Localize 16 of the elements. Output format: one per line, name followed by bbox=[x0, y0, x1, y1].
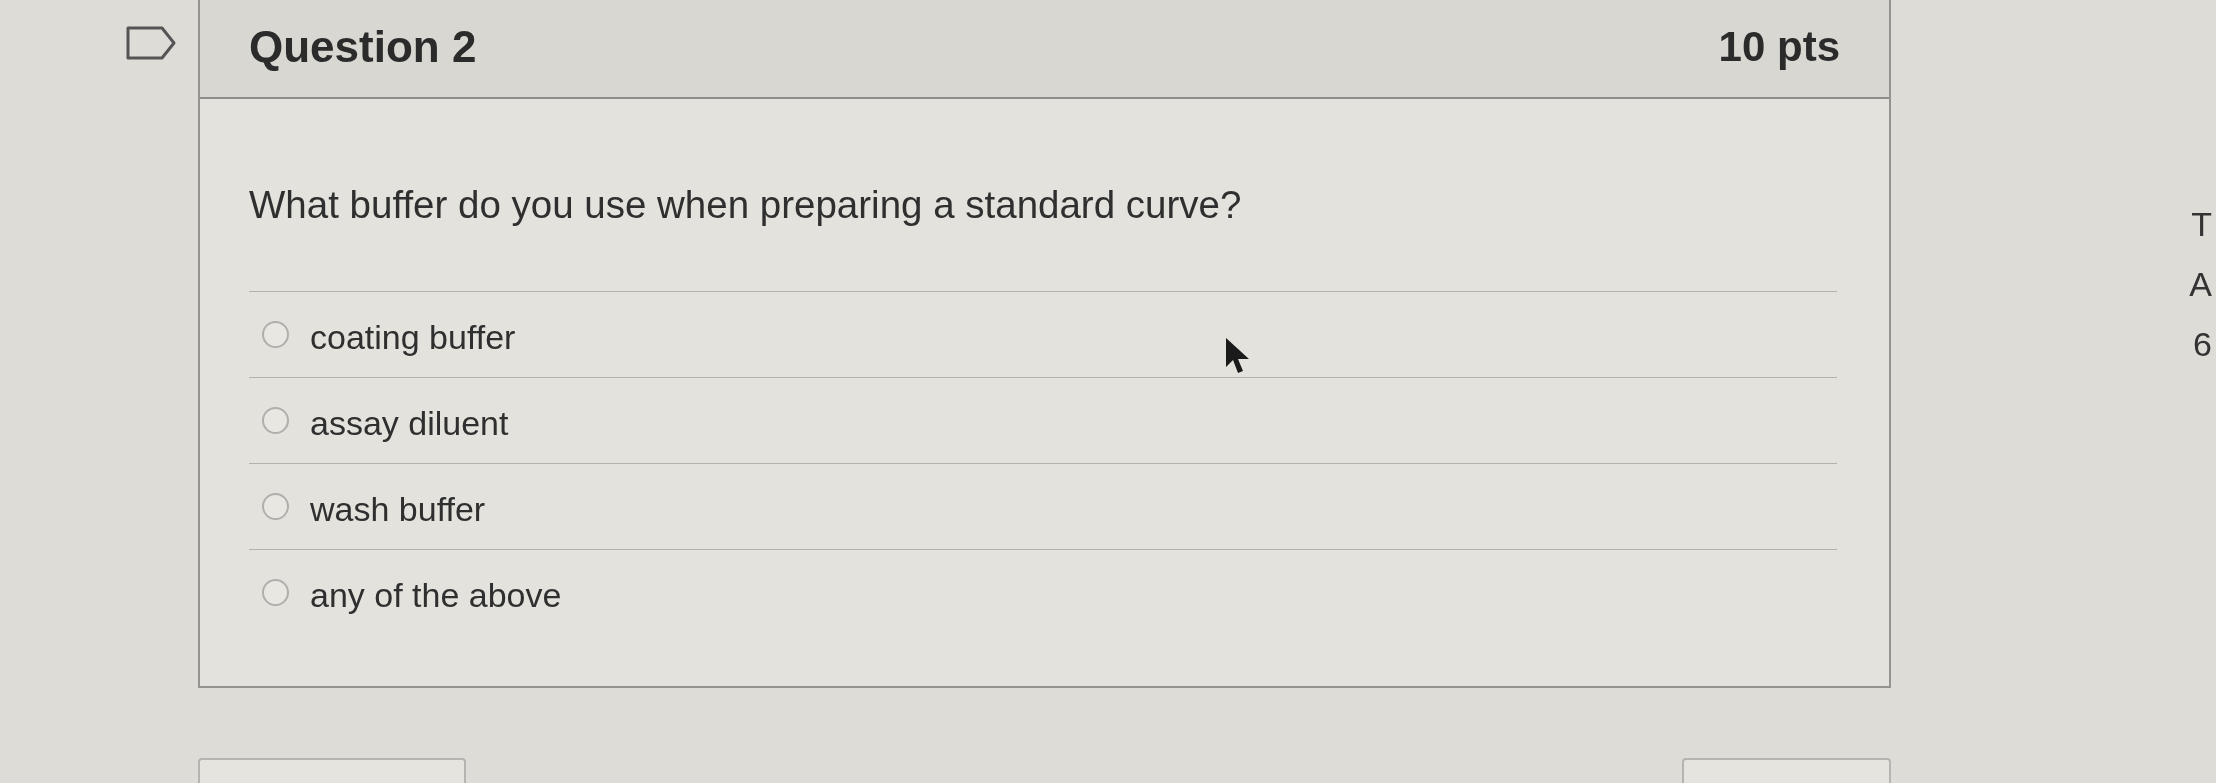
answer-label[interactable]: any of the above bbox=[310, 569, 562, 616]
question-points: 10 pts bbox=[1718, 21, 1840, 72]
answer-label[interactable]: assay diluent bbox=[310, 397, 509, 444]
radio-button[interactable] bbox=[262, 579, 289, 606]
side-text: 6 bbox=[2193, 324, 2212, 364]
answer-label[interactable]: coating buffer bbox=[310, 311, 516, 358]
tag-outline-icon[interactable] bbox=[126, 26, 176, 60]
side-text: A bbox=[2189, 264, 2212, 304]
radio-button[interactable] bbox=[262, 493, 289, 520]
cursor-icon bbox=[1225, 337, 1251, 375]
answer-label[interactable]: wash buffer bbox=[310, 483, 486, 530]
question-text: What buffer do you use when preparing a standard curve? bbox=[249, 182, 1243, 228]
side-text: T bbox=[2191, 204, 2212, 244]
radio-button[interactable] bbox=[262, 321, 289, 348]
question-title: Question 2 bbox=[249, 20, 477, 73]
radio-button[interactable] bbox=[262, 407, 289, 434]
